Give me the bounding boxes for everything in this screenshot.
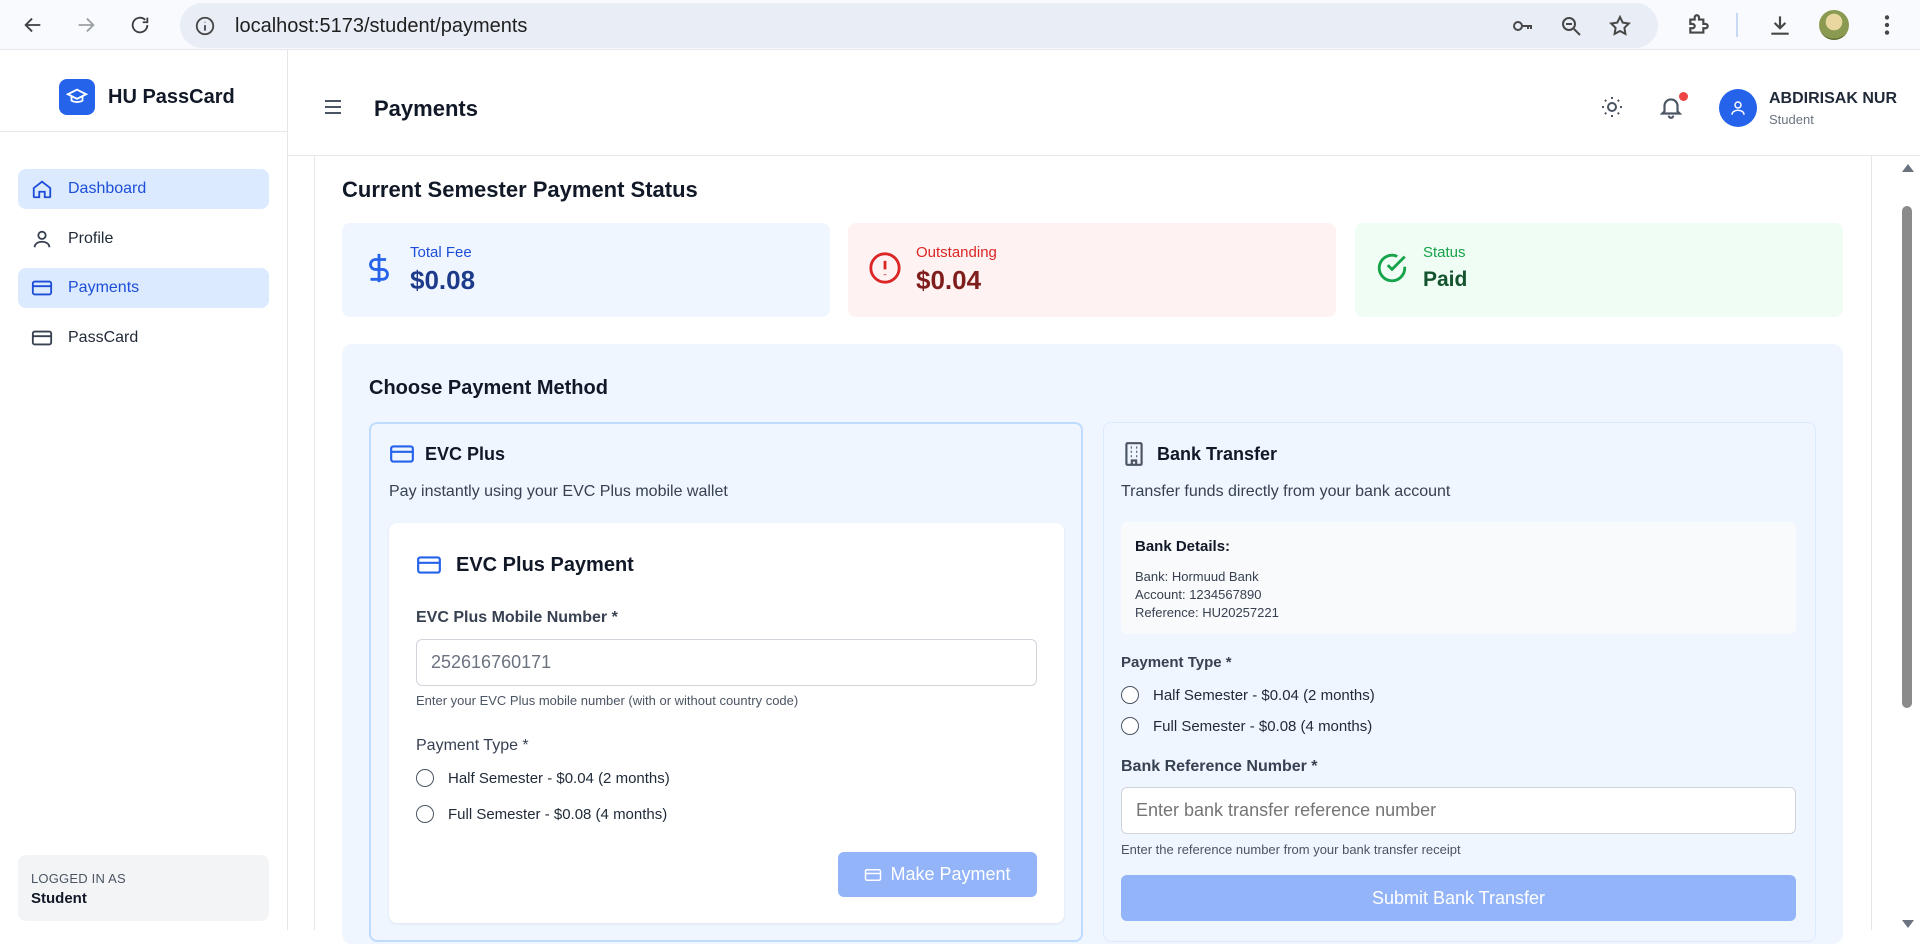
back-icon[interactable] bbox=[17, 9, 49, 41]
logged-in-box: LOGGED IN AS Student bbox=[18, 855, 269, 921]
bank-option-half[interactable]: Half Semester - $0.04 (2 months) bbox=[1121, 686, 1375, 704]
bank-reference-line: Reference: HU20257221 bbox=[1135, 605, 1279, 620]
user-role: Student bbox=[1769, 112, 1814, 127]
page-title: Payments bbox=[374, 96, 478, 121]
hamburger-menu-icon[interactable] bbox=[323, 98, 343, 116]
radio-button[interactable] bbox=[1121, 717, 1139, 735]
total-fee-label: Total Fee bbox=[410, 244, 472, 261]
radio-button[interactable] bbox=[1121, 686, 1139, 704]
user-avatar[interactable] bbox=[1719, 89, 1757, 127]
evc-mobile-help: Enter your EVC Plus mobile number (with … bbox=[416, 693, 799, 708]
building-icon bbox=[1125, 442, 1143, 466]
sidebar-item-payments[interactable]: Payments bbox=[18, 268, 269, 308]
bank-option-half-label: Half Semester - $0.04 (2 months) bbox=[1153, 686, 1375, 704]
total-fee-card: Total Fee $0.08 bbox=[342, 223, 830, 317]
sidebar-item-profile[interactable]: Profile bbox=[18, 219, 269, 259]
payment-methods-title: Choose Payment Method bbox=[369, 377, 608, 399]
sidebar: HU PassCard Dashboard Profile Payments P… bbox=[0, 50, 288, 930]
bank-option-full-label: Full Semester - $0.08 (4 months) bbox=[1153, 717, 1373, 735]
site-info-icon[interactable] bbox=[194, 15, 216, 37]
credit-card-icon bbox=[30, 276, 54, 300]
zoom-icon[interactable] bbox=[1559, 14, 1583, 38]
credit-card-icon bbox=[417, 556, 441, 574]
toolbar-divider bbox=[1736, 13, 1738, 37]
submit-bank-transfer-button[interactable]: Submit Bank Transfer bbox=[1121, 875, 1796, 921]
brand: HU PassCard bbox=[0, 50, 287, 132]
top-bar: Payments ABDIRISAK NUR Student bbox=[288, 50, 1920, 156]
logged-in-label: LOGGED IN AS bbox=[31, 871, 126, 886]
make-payment-label: Make Payment bbox=[890, 864, 1011, 884]
sidebar-item-passcard[interactable]: PassCard bbox=[18, 318, 269, 358]
dollar-icon bbox=[369, 253, 389, 283]
outstanding-value: $0.04 bbox=[916, 265, 982, 295]
evc-mobile-label: EVC Plus Mobile Number * bbox=[416, 609, 618, 626]
url-text[interactable]: localhost:5173/student/payments bbox=[235, 15, 527, 38]
bank-account-line: Account: 1234567890 bbox=[1135, 587, 1262, 602]
browser-toolbar: localhost:5173/student/payments bbox=[0, 0, 1920, 50]
evc-payment-type-label: Payment Type * bbox=[416, 737, 529, 754]
graduation-cap-icon bbox=[59, 79, 95, 115]
status-label: Status bbox=[1423, 244, 1466, 261]
scroll-up-arrow[interactable] bbox=[1902, 164, 1914, 172]
total-fee-value: $0.08 bbox=[410, 265, 476, 295]
scroll-down-arrow[interactable] bbox=[1902, 920, 1914, 928]
brand-name: HU PassCard bbox=[108, 86, 235, 108]
evc-form-title: EVC Plus Payment bbox=[456, 554, 634, 576]
payment-status-title: Current Semester Payment Status bbox=[342, 177, 698, 202]
notification-dot bbox=[1679, 92, 1688, 101]
bank-reference-label: Bank Reference Number * bbox=[1121, 758, 1318, 775]
forward-icon[interactable] bbox=[70, 9, 102, 41]
bank-option-full[interactable]: Full Semester - $0.08 (4 months) bbox=[1121, 717, 1372, 735]
password-key-icon[interactable] bbox=[1511, 14, 1535, 38]
sidebar-item-label: PassCard bbox=[68, 329, 139, 346]
make-payment-button[interactable]: Make Payment bbox=[838, 852, 1037, 897]
sidebar-item-label: Dashboard bbox=[68, 180, 147, 197]
user-icon bbox=[30, 227, 54, 251]
bank-reference-help: Enter the reference number from your ban… bbox=[1121, 842, 1461, 857]
home-icon bbox=[30, 177, 54, 201]
page-scrollbar[interactable] bbox=[1896, 156, 1920, 930]
evc-option-full[interactable]: Full Semester - $0.08 (4 months) bbox=[416, 805, 667, 823]
status-card: Status Paid bbox=[1355, 223, 1843, 317]
download-icon[interactable] bbox=[1767, 12, 1793, 38]
radio-button[interactable] bbox=[416, 805, 434, 823]
bank-payment-type-label: Payment Type * bbox=[1121, 654, 1232, 671]
evc-plus-title: EVC Plus bbox=[425, 444, 506, 464]
user-name[interactable]: ABDIRISAK NUR bbox=[1769, 90, 1897, 108]
address-bar[interactable]: localhost:5173/student/payments bbox=[180, 3, 1658, 48]
bookmark-star-icon[interactable] bbox=[1608, 14, 1632, 38]
profile-avatar[interactable] bbox=[1819, 10, 1849, 40]
bank-name-line: Bank: Hormuud Bank bbox=[1135, 569, 1259, 584]
credit-card-icon bbox=[390, 445, 414, 463]
credit-card-icon bbox=[865, 868, 882, 881]
status-value: Paid bbox=[1423, 268, 1468, 291]
reload-icon[interactable] bbox=[124, 9, 156, 41]
theme-toggle-sun-icon[interactable] bbox=[1600, 95, 1624, 119]
evc-option-half[interactable]: Half Semester - $0.04 (2 months) bbox=[416, 769, 670, 787]
evc-plus-description: Pay instantly using your EVC Plus mobile… bbox=[389, 483, 728, 500]
evc-option-full-label: Full Semester - $0.08 (4 months) bbox=[448, 805, 668, 823]
sidebar-item-label: Profile bbox=[68, 230, 114, 247]
bank-details-title: Bank Details: bbox=[1135, 538, 1231, 555]
evc-mobile-input[interactable] bbox=[416, 639, 1037, 686]
outstanding-label: Outstanding bbox=[916, 244, 997, 261]
bank-transfer-description: Transfer funds directly from your bank a… bbox=[1121, 483, 1451, 500]
sidebar-item-dashboard[interactable]: Dashboard bbox=[18, 169, 269, 209]
evc-option-half-label: Half Semester - $0.04 (2 months) bbox=[448, 769, 670, 787]
extensions-icon[interactable] bbox=[1686, 12, 1712, 38]
radio-button[interactable] bbox=[416, 769, 434, 787]
card-icon bbox=[30, 326, 54, 350]
bank-details-box: Bank Details: Bank: Hormuud Bank Account… bbox=[1121, 522, 1796, 634]
bank-transfer-title: Bank Transfer bbox=[1157, 444, 1278, 464]
scroll-thumb[interactable] bbox=[1902, 206, 1912, 708]
submit-bank-transfer-label: Submit Bank Transfer bbox=[1371, 887, 1546, 908]
alert-circle-icon bbox=[869, 252, 901, 284]
logged-in-role: Student bbox=[31, 890, 87, 907]
more-menu-icon[interactable] bbox=[1874, 12, 1900, 38]
check-circle-icon bbox=[1377, 253, 1407, 283]
outstanding-card: Outstanding $0.04 bbox=[848, 223, 1336, 317]
bank-reference-input[interactable] bbox=[1121, 787, 1796, 834]
sidebar-item-label: Payments bbox=[68, 279, 140, 296]
